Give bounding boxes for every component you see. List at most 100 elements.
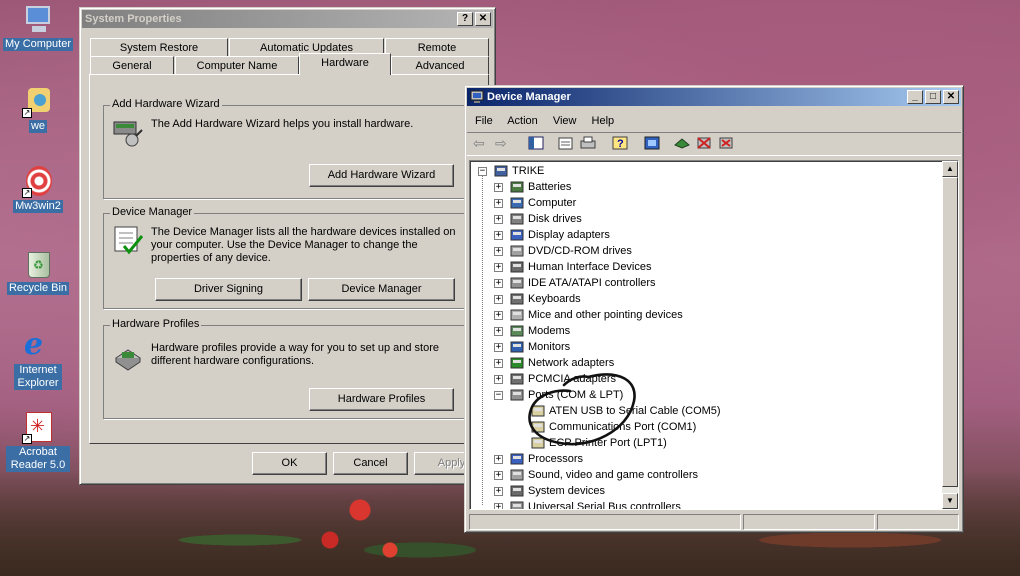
device-category-icon bbox=[509, 212, 525, 226]
add-hardware-wizard-button[interactable]: Add Hardware Wizard bbox=[309, 164, 454, 187]
expand-icon[interactable]: + bbox=[494, 326, 503, 336]
tab-hardware[interactable]: Hardware bbox=[299, 53, 391, 75]
expand-icon[interactable]: + bbox=[494, 230, 503, 240]
computer-icon bbox=[22, 4, 54, 36]
vertical-scrollbar[interactable]: ▲ ▼ bbox=[942, 161, 958, 509]
desktop-icon-we[interactable]: ↗ we bbox=[0, 86, 76, 133]
device-manager-titlebar[interactable]: Device Manager _ □ ✕ bbox=[467, 88, 961, 106]
expand-icon[interactable]: + bbox=[494, 358, 503, 368]
desktop-icon-internet-explorer[interactable]: e Internet Explorer bbox=[0, 330, 76, 390]
tree-category[interactable]: + Batteries bbox=[494, 179, 571, 195]
close-button[interactable]: ✕ bbox=[475, 12, 491, 26]
expand-icon[interactable]: + bbox=[494, 262, 503, 272]
system-properties-titlebar[interactable]: System Properties ? ✕ bbox=[82, 10, 493, 28]
hardware-profiles-button[interactable]: Hardware Profiles bbox=[309, 388, 454, 411]
device-category-icon bbox=[509, 292, 525, 306]
collapse-icon[interactable]: − bbox=[494, 390, 503, 400]
expand-icon[interactable]: + bbox=[494, 342, 503, 352]
expand-icon[interactable]: + bbox=[494, 374, 503, 384]
print-icon[interactable] bbox=[579, 135, 597, 151]
tree-category[interactable]: + Modems bbox=[494, 323, 570, 339]
tree-category[interactable]: + Computer bbox=[494, 195, 576, 211]
shortcut-icon: ↗ bbox=[22, 86, 54, 118]
status-bar-section bbox=[743, 514, 875, 530]
tree-category[interactable]: + Display adapters bbox=[494, 227, 610, 243]
tree-category[interactable]: + Human Interface Devices bbox=[494, 259, 652, 275]
desktop-icon-acrobat-reader[interactable]: ✳ ↗ Acrobat Reader 5.0 bbox=[0, 412, 76, 472]
tab-remote[interactable]: Remote bbox=[385, 38, 489, 57]
device-category-icon bbox=[509, 468, 525, 482]
expand-icon[interactable]: + bbox=[494, 214, 503, 224]
uninstall-icon[interactable] bbox=[695, 135, 713, 151]
tree-category[interactable]: + Keyboards bbox=[494, 291, 581, 307]
cancel-button[interactable]: Cancel bbox=[333, 452, 408, 475]
tree-category[interactable]: + Mice and other pointing devices bbox=[494, 307, 683, 323]
tab-general[interactable]: General bbox=[90, 56, 174, 75]
menu-view[interactable]: View bbox=[553, 115, 577, 127]
expand-icon[interactable]: + bbox=[494, 310, 503, 320]
forward-arrow-icon[interactable]: ⇨ bbox=[495, 135, 513, 151]
properties-icon[interactable] bbox=[557, 135, 575, 151]
collapse-icon[interactable]: − bbox=[478, 166, 487, 176]
tree-category[interactable]: + Sound, video and game controllers bbox=[494, 467, 698, 483]
disable-device-icon[interactable] bbox=[717, 135, 735, 151]
expand-icon[interactable]: + bbox=[494, 486, 503, 496]
maximize-button[interactable]: □ bbox=[925, 90, 941, 104]
device-category-icon bbox=[509, 180, 525, 194]
tree-item-label: TRIKE bbox=[512, 165, 545, 177]
window-title: System Properties bbox=[85, 13, 182, 25]
tab-system-restore[interactable]: System Restore bbox=[90, 38, 228, 57]
update-driver-icon[interactable] bbox=[673, 135, 691, 151]
minimize-button[interactable]: _ bbox=[907, 90, 923, 104]
device-category-icon bbox=[509, 356, 525, 370]
tab-advanced[interactable]: Advanced bbox=[391, 56, 489, 75]
desktop-icon-my-computer[interactable]: My Computer bbox=[0, 4, 76, 51]
tree-category[interactable]: + DVD/CD-ROM drives bbox=[494, 243, 632, 259]
expand-icon[interactable]: + bbox=[494, 278, 503, 288]
desktop-icon-recycle-bin[interactable]: ♻ Recycle Bin bbox=[0, 248, 76, 295]
expand-icon[interactable]: + bbox=[494, 182, 503, 192]
scroll-down-arrow-icon[interactable]: ▼ bbox=[942, 493, 958, 509]
menu-help[interactable]: Help bbox=[592, 115, 615, 127]
device-manager-checklist-icon bbox=[112, 224, 144, 256]
tree-item-label: Universal Serial Bus controllers bbox=[528, 501, 681, 510]
tree-category[interactable]: + System devices bbox=[494, 483, 605, 499]
tree-item-label: System devices bbox=[528, 485, 606, 497]
tree-category[interactable]: + Monitors bbox=[494, 339, 570, 355]
expand-icon[interactable]: + bbox=[494, 470, 503, 480]
expand-icon[interactable]: + bbox=[494, 502, 503, 509]
scan-hardware-icon[interactable] bbox=[643, 135, 661, 151]
device-category-icon bbox=[509, 244, 525, 258]
add-hardware-wizard-icon bbox=[112, 116, 144, 148]
menu-action[interactable]: Action bbox=[507, 115, 538, 127]
ok-button[interactable]: OK bbox=[252, 452, 327, 475]
expand-icon[interactable]: + bbox=[494, 246, 503, 256]
driver-signing-button[interactable]: Driver Signing bbox=[155, 278, 302, 301]
tree-item-label: Mice and other pointing devices bbox=[528, 309, 683, 321]
menu-file[interactable]: File bbox=[475, 115, 493, 127]
recycle-bin-icon: ♻ bbox=[22, 248, 54, 280]
tree-connector-line bbox=[482, 175, 483, 505]
tree-root-computer[interactable]: − TRIKE bbox=[478, 163, 544, 179]
scroll-up-arrow-icon[interactable]: ▲ bbox=[942, 161, 958, 177]
tree-category[interactable]: + IDE ATA/ATAPI controllers bbox=[494, 275, 656, 291]
tree-item-label: Display adapters bbox=[528, 229, 610, 241]
scrollbar-thumb[interactable] bbox=[942, 177, 958, 487]
desktop-icon-mw3win2[interactable]: ↗ Mw3win2 bbox=[0, 166, 76, 213]
expand-icon[interactable]: + bbox=[494, 454, 503, 464]
tree-category[interactable]: + Universal Serial Bus controllers bbox=[494, 499, 681, 510]
help-button[interactable]: ? bbox=[457, 12, 473, 26]
show-hide-tree-icon[interactable] bbox=[527, 135, 545, 151]
tree-category[interactable]: + Disk drives bbox=[494, 211, 582, 227]
close-button[interactable]: ✕ bbox=[943, 90, 959, 104]
device-category-icon bbox=[493, 164, 509, 178]
tree-item-label: Computer bbox=[528, 197, 577, 209]
back-arrow-icon[interactable]: ⇦ bbox=[473, 135, 491, 151]
help-icon[interactable]: ? bbox=[611, 135, 629, 151]
tab-computer-name[interactable]: Computer Name bbox=[175, 56, 299, 75]
tree-item-label: Monitors bbox=[528, 341, 571, 353]
device-category-icon bbox=[509, 308, 525, 322]
device-manager-button[interactable]: Device Manager bbox=[308, 278, 455, 301]
expand-icon[interactable]: + bbox=[494, 294, 503, 304]
expand-icon[interactable]: + bbox=[494, 198, 503, 208]
